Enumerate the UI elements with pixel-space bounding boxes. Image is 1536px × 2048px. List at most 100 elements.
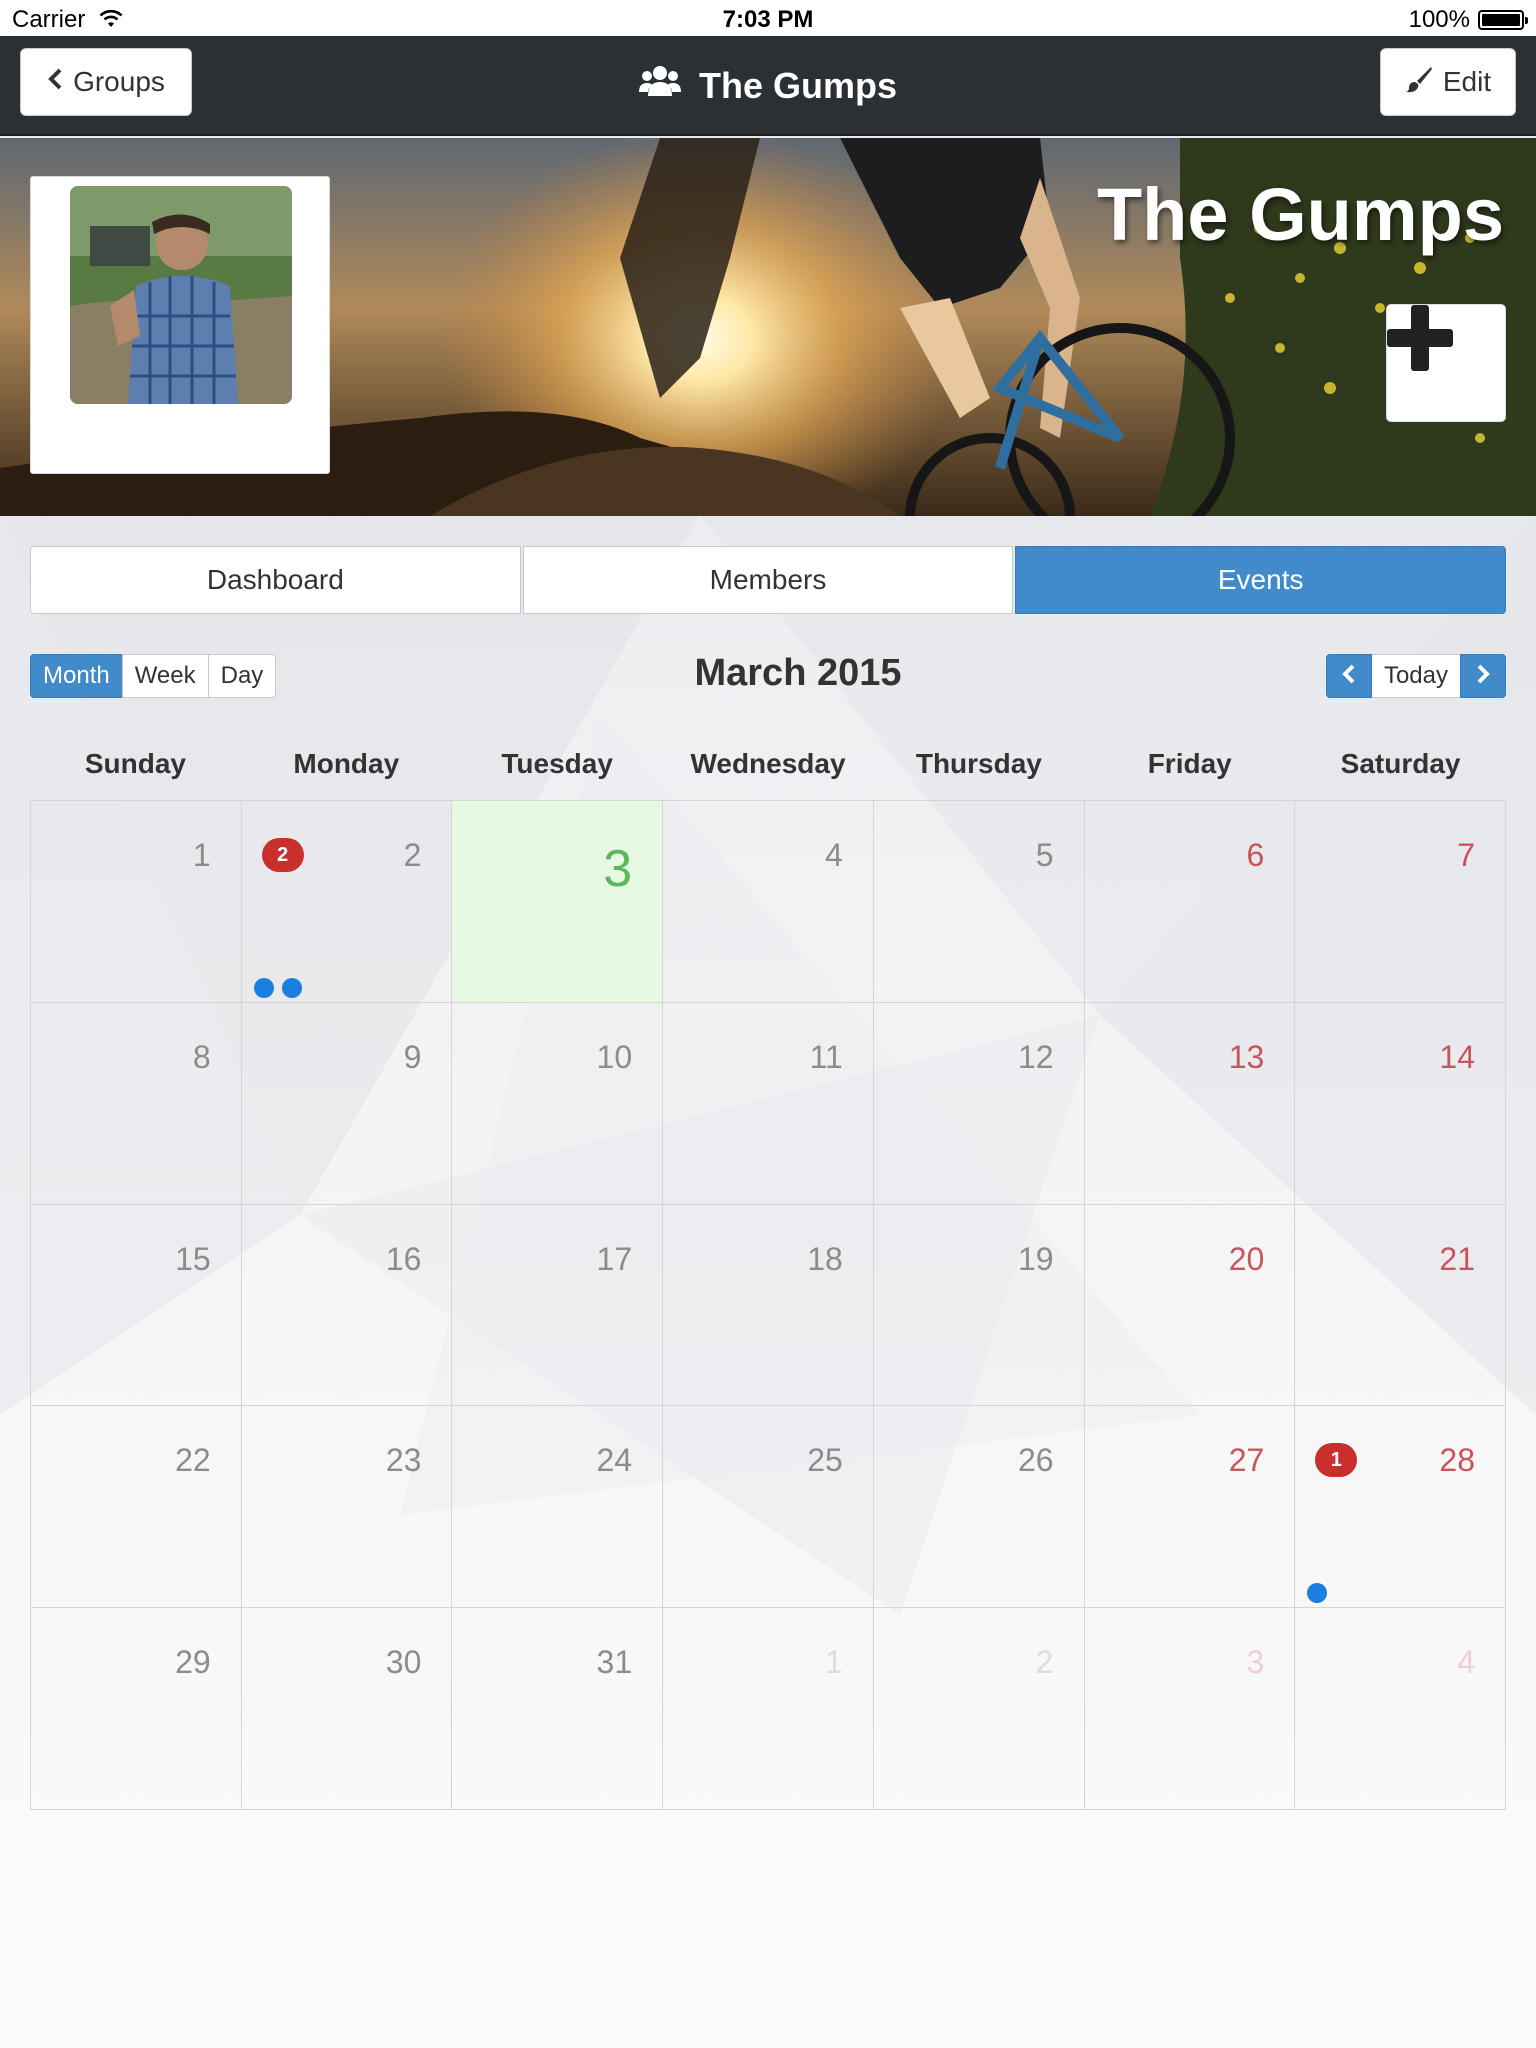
previous-month-button[interactable]: [1325, 654, 1372, 698]
day-number: 3: [1246, 1644, 1265, 1681]
calendar-day-cell[interactable]: 8: [31, 1002, 242, 1205]
calendar-day-cell[interactable]: 20: [1084, 1204, 1296, 1407]
calendar-day-cell[interactable]: 25: [663, 1406, 874, 1609]
add-event-button[interactable]: [1386, 304, 1506, 422]
weekday-label: Saturday: [1340, 748, 1461, 779]
event-dot[interactable]: [1307, 1583, 1328, 1604]
calendar-day-cell[interactable]: 12: [873, 1002, 1085, 1205]
calendar-day-cell[interactable]: 16: [241, 1204, 453, 1407]
day-number: 28: [1439, 1442, 1475, 1479]
day-number: 24: [596, 1442, 633, 1479]
next-month-button[interactable]: [1460, 654, 1506, 698]
day-number: 21: [1439, 1240, 1475, 1277]
day-number: 19: [1017, 1240, 1054, 1277]
avatar: [70, 186, 292, 404]
calendar-day-cell[interactable]: 31: [452, 1608, 664, 1810]
day-number: 1: [192, 837, 211, 873]
nav-title: The Gumps: [0, 64, 1536, 107]
calendar-day-cell[interactable]: 19: [873, 1204, 1085, 1407]
calendar-day-cell[interactable]: 18: [663, 1204, 874, 1407]
edit-button-label: Edit: [1442, 66, 1492, 97]
chevron-left-icon: [1341, 663, 1357, 690]
clock: 7:03 PM: [722, 6, 814, 33]
calendar-day-cell[interactable]: 22: [31, 1406, 242, 1609]
calendar-day-cell[interactable]: 30: [241, 1608, 453, 1810]
calendar-day-cell[interactable]: 4: [1295, 1608, 1506, 1810]
banner-title: The Gumps: [1096, 173, 1504, 256]
navigation-bar: Groups The Gumps Edit: [0, 36, 1536, 136]
day-number: 17: [596, 1240, 633, 1277]
status-bar: Carrier 7:03 PM 100%: [0, 0, 1536, 36]
edit-button[interactable]: Edit: [1380, 48, 1516, 116]
day-number: 23: [385, 1442, 422, 1479]
event-count-badge: 2: [261, 838, 304, 872]
calendar-title: March 2015: [694, 652, 902, 694]
calendar-day-cell[interactable]: 29: [31, 1608, 242, 1810]
calendar-day-cell[interactable]: 2: [873, 1608, 1085, 1810]
calendar-day-cell[interactable]: 24: [452, 1406, 664, 1609]
chevron-right-icon: [1475, 663, 1491, 690]
day-number: 31: [596, 1644, 633, 1681]
calendar-day-cell[interactable]: 3: [452, 801, 664, 1003]
calendar-grid: 1 2 2 3 4 5 6 7 8 9 10 11 12 13 14 15 16 17 18 19 20 21 22 23 24…: [30, 800, 1506, 1810]
calendar-day-cell[interactable]: 5: [873, 801, 1085, 1003]
event-dots: [1307, 1583, 1328, 1604]
event-count-badge: 1: [1315, 1443, 1358, 1478]
day-number: 25: [807, 1442, 843, 1479]
calendar-day-cell[interactable]: 4: [663, 801, 874, 1003]
calendar-day-cell[interactable]: 11: [663, 1002, 874, 1205]
day-number: 12: [1017, 1038, 1054, 1075]
calendar-day-cell[interactable]: 28 1: [1295, 1406, 1506, 1609]
calendar-day-cell[interactable]: 6: [1084, 801, 1296, 1003]
calendar-day-cell[interactable]: 17: [452, 1204, 664, 1407]
calendar-day-cell[interactable]: 10: [452, 1002, 664, 1205]
calendar-day-cell[interactable]: 15: [31, 1204, 242, 1407]
calendar-navigation: Today: [1325, 654, 1506, 698]
calendar-day-cell[interactable]: 13: [1084, 1002, 1296, 1205]
calendar-day-cell[interactable]: 3: [1084, 1608, 1296, 1810]
weekday-label: Wednesday: [690, 748, 846, 779]
day-number: 22: [175, 1442, 211, 1479]
event-dot[interactable]: [281, 977, 302, 998]
tab-members[interactable]: Members: [522, 546, 1014, 614]
group-avatar-card[interactable]: [30, 176, 330, 474]
group-tabs: Dashboard Members Events: [30, 546, 1507, 614]
day-number: 8: [192, 1038, 211, 1075]
calendar-day-cell[interactable]: 1: [31, 801, 242, 1003]
day-number: 9: [403, 1038, 422, 1075]
weekday-label: Tuesday: [501, 748, 613, 779]
day-number: 2: [403, 837, 422, 873]
nav-title-text: The Gumps: [698, 64, 898, 106]
day-number: 14: [1439, 1038, 1475, 1075]
today-button[interactable]: Today: [1371, 654, 1460, 698]
day-number: 16: [385, 1240, 422, 1277]
weekday-label: Monday: [293, 748, 400, 779]
group-banner: The Gumps: [0, 138, 1536, 516]
weekday-label: Sunday: [84, 748, 186, 779]
event-dots: [253, 977, 302, 998]
battery-icon: [1478, 10, 1528, 30]
calendar-day-cell[interactable]: 7: [1295, 801, 1506, 1003]
calendar-day-cell[interactable]: 27: [1084, 1406, 1296, 1609]
tab-dashboard[interactable]: Dashboard: [30, 546, 521, 614]
calendar-day-cell[interactable]: 22: [241, 801, 453, 1003]
calendar-day-cell[interactable]: 23: [241, 1406, 453, 1609]
tab-events[interactable]: Events: [1015, 546, 1507, 614]
day-number: 10: [596, 1038, 633, 1075]
calendar-day-cell[interactable]: 26: [873, 1406, 1085, 1609]
calendar-day-cell[interactable]: 14: [1295, 1002, 1506, 1205]
weekday-header: Sunday Monday Tuesday Wednesday Thursday…: [30, 748, 1506, 800]
event-dot[interactable]: [253, 977, 274, 998]
day-number: 7: [1457, 837, 1475, 873]
users-icon: [638, 64, 681, 107]
day-number: 27: [1228, 1442, 1265, 1479]
day-number: 5: [1035, 837, 1054, 873]
paintbrush-icon: [1405, 65, 1433, 100]
day-number: 15: [175, 1240, 211, 1277]
day-number: 4: [825, 837, 843, 873]
day-number: 3: [603, 840, 633, 898]
day-number: 1: [825, 1644, 843, 1681]
calendar-day-cell[interactable]: 1: [663, 1608, 874, 1810]
calendar-day-cell[interactable]: 9: [241, 1002, 453, 1205]
calendar-day-cell[interactable]: 21: [1295, 1204, 1506, 1407]
